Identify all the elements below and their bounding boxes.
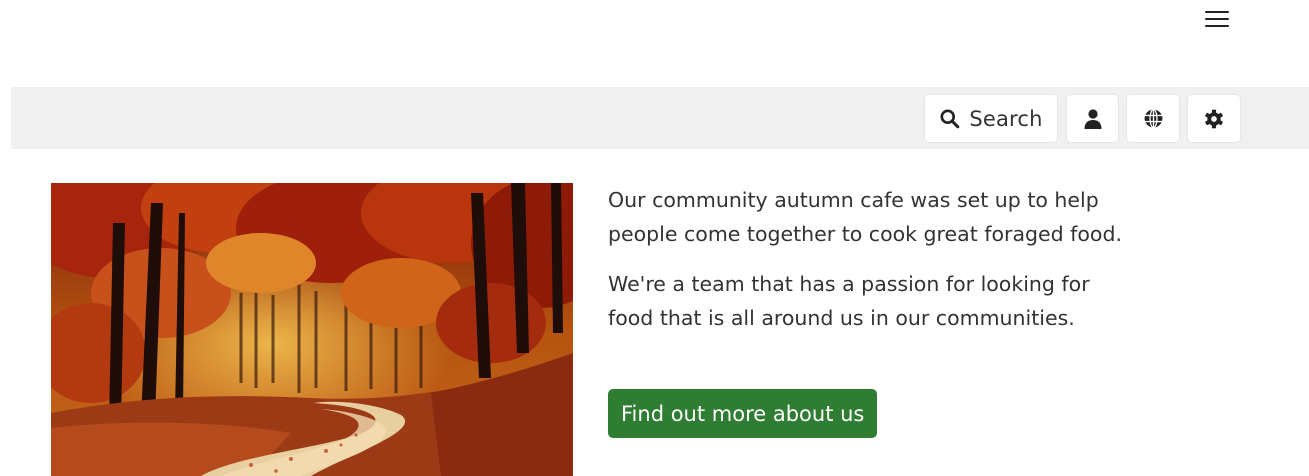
toolbar: Search [11, 87, 1309, 149]
gear-icon [1205, 109, 1223, 128]
language-button[interactable] [1126, 94, 1180, 143]
search-button[interactable]: Search [924, 94, 1058, 143]
search-button-label: Search [969, 106, 1043, 131]
menu-bar [1205, 11, 1229, 13]
find-out-more-button[interactable]: Find out more about us [608, 389, 878, 438]
account-button[interactable] [1066, 94, 1119, 143]
intro-paragraph: Our community autumn cafe was set up to … [608, 188, 1123, 246]
team-paragraph: We're a team that has a passion for look… [608, 272, 1090, 330]
menu-bar [1205, 18, 1229, 20]
globe-icon [1144, 108, 1162, 129]
search-icon [940, 109, 960, 129]
settings-button[interactable] [1187, 94, 1241, 143]
hamburger-menu-icon[interactable] [1201, 6, 1233, 32]
menu-bar [1205, 25, 1229, 27]
autumn-forest-image [51, 183, 573, 476]
intro-section: Our community autumn cafe was set up to … [608, 183, 1128, 438]
user-icon [1084, 108, 1101, 129]
